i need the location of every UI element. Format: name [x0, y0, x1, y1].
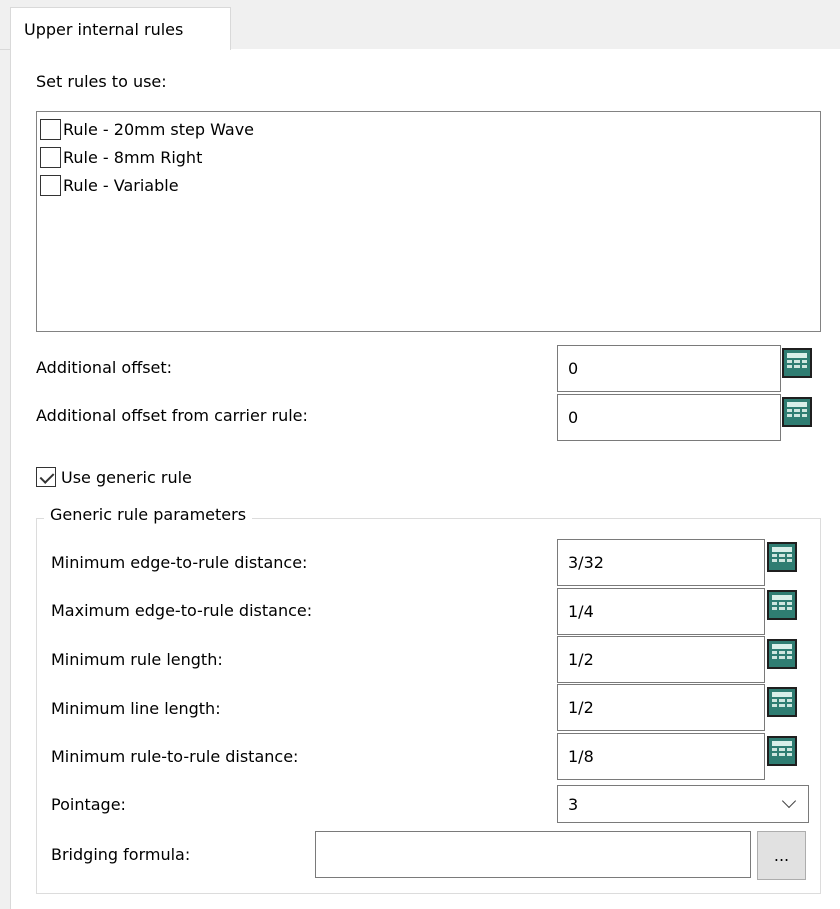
- additional-offset-label: Additional offset:: [36, 358, 173, 377]
- bridging-formula-label: Bridging formula:: [51, 845, 191, 864]
- group-title: Generic rule parameters: [44, 505, 253, 524]
- min-edge-input[interactable]: 3/32: [557, 539, 765, 586]
- min-rule-distance-label: Minimum rule-to-rule distance:: [51, 747, 299, 766]
- checkbox[interactable]: [36, 467, 56, 487]
- max-edge-label: Maximum edge-to-rule distance:: [51, 601, 313, 620]
- calculator-icon[interactable]: [767, 590, 797, 620]
- list-item[interactable]: Rule - 8mm Right: [40, 143, 202, 171]
- list-item[interactable]: Rule - 20mm step Wave: [40, 115, 254, 143]
- pointage-select[interactable]: 3: [557, 785, 809, 823]
- min-edge-label: Minimum edge-to-rule distance:: [51, 553, 308, 572]
- rule-checkbox[interactable]: [40, 146, 61, 168]
- calculator-icon[interactable]: [782, 397, 812, 427]
- rules-list-label: Set rules to use:: [36, 72, 167, 91]
- use-generic-rule-checkbox[interactable]: Use generic rule: [36, 467, 192, 487]
- carrier-offset-label: Additional offset from carrier rule:: [36, 406, 308, 425]
- rule-label: Rule - Variable: [63, 175, 179, 195]
- min-line-length-input[interactable]: 1/2: [557, 684, 765, 731]
- calculator-icon[interactable]: [767, 639, 797, 669]
- pointage-value: 3: [568, 794, 579, 814]
- use-generic-rule-label: Use generic rule: [61, 467, 192, 487]
- list-item[interactable]: Rule - Variable: [40, 171, 179, 199]
- tab-upper-internal-rules[interactable]: Upper internal rules: [10, 7, 231, 50]
- calculator-icon[interactable]: [767, 687, 797, 717]
- calculator-icon[interactable]: [767, 542, 797, 572]
- max-edge-input[interactable]: 1/4: [557, 588, 765, 635]
- bridging-formula-input[interactable]: [315, 831, 751, 878]
- min-rule-length-label: Minimum rule length:: [51, 650, 223, 669]
- min-rule-length-input[interactable]: 1/2: [557, 636, 765, 683]
- min-rule-distance-input[interactable]: 1/8: [557, 733, 765, 780]
- min-line-length-label: Minimum line length:: [51, 699, 221, 718]
- rule-label: Rule - 8mm Right: [63, 147, 203, 167]
- rule-checkbox[interactable]: [40, 174, 61, 196]
- calculator-icon[interactable]: [782, 348, 812, 378]
- tab-label: Upper internal rules: [24, 20, 184, 39]
- carrier-offset-input[interactable]: 0: [557, 394, 781, 441]
- rule-checkbox[interactable]: [40, 118, 61, 140]
- chevron-down-icon: [781, 793, 797, 809]
- rule-label: Rule - 20mm step Wave: [63, 119, 254, 139]
- browse-button[interactable]: ...: [757, 831, 806, 880]
- rules-listbox[interactable]: Rule - 20mm step Wave Rule - 8mm Right R…: [36, 111, 821, 332]
- additional-offset-input[interactable]: 0: [557, 345, 781, 392]
- calculator-icon[interactable]: [767, 736, 797, 766]
- pointage-label: Pointage:: [51, 795, 126, 814]
